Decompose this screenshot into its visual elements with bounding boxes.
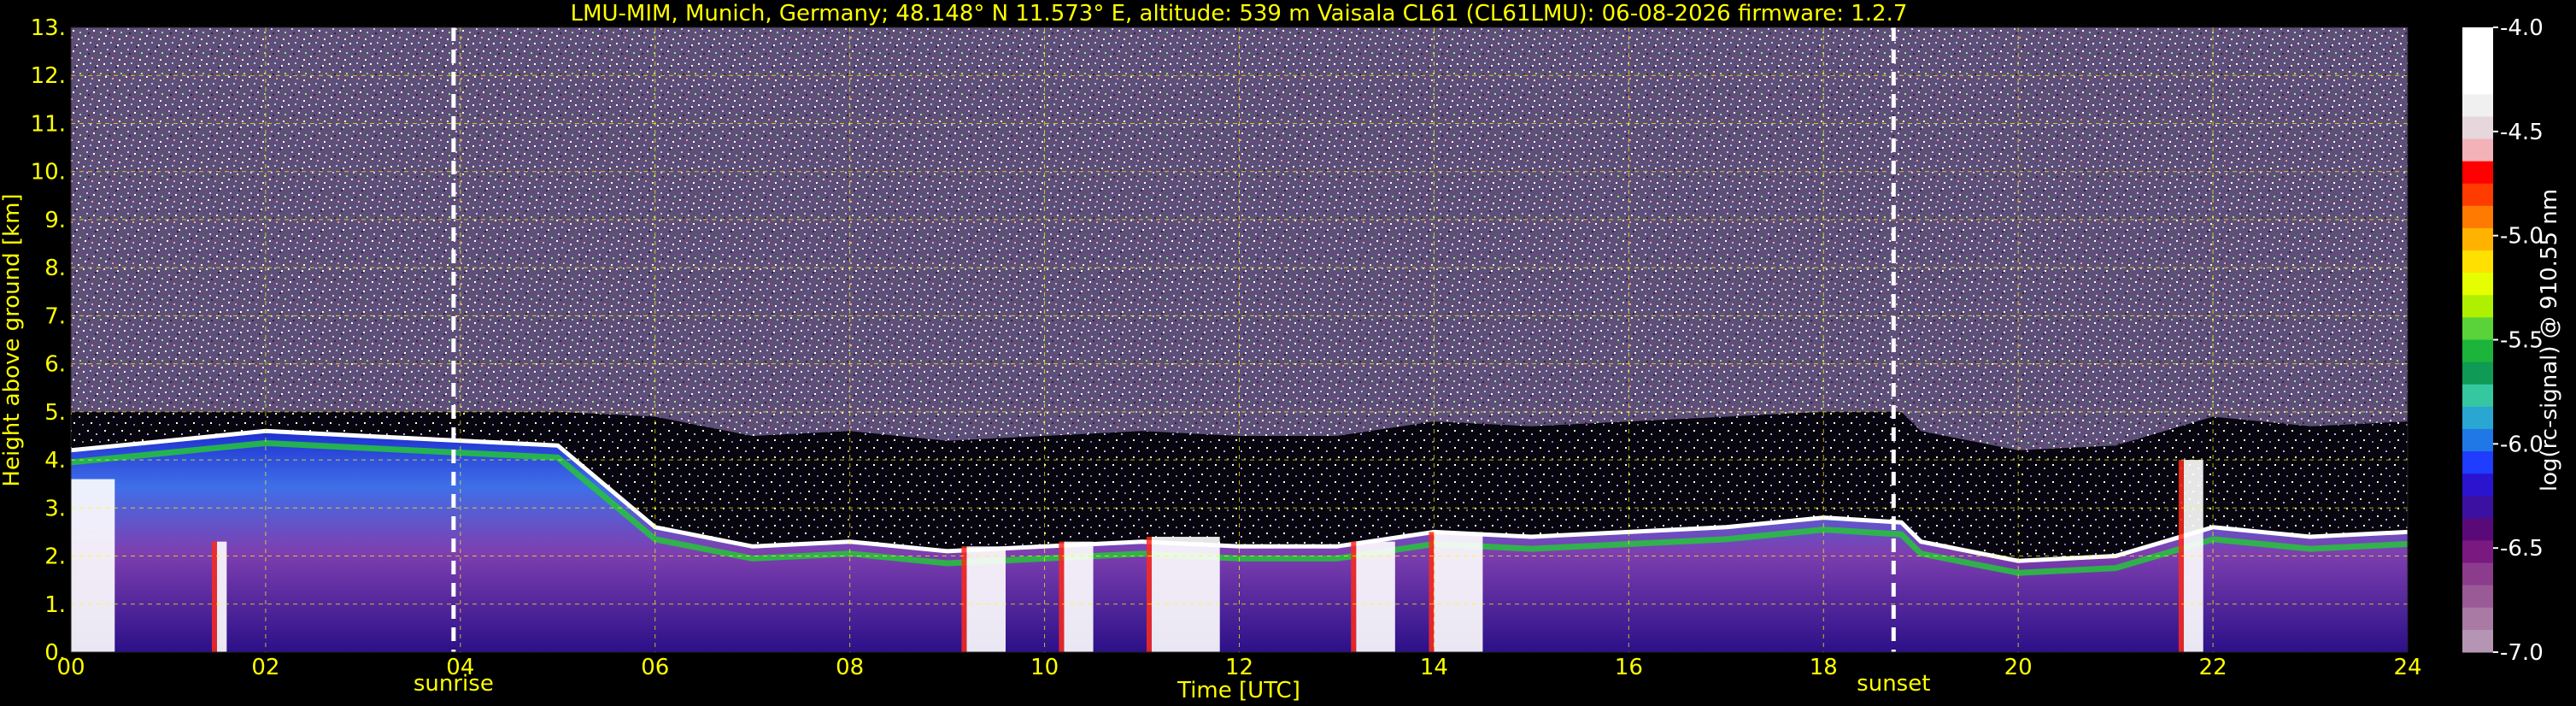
cloud-column-0	[71, 479, 115, 652]
x-tick-label: 18	[1810, 655, 1838, 680]
cloud-edge-1	[211, 541, 217, 652]
x-tick-label: 06	[641, 655, 669, 680]
y-tick-label: 10.	[31, 160, 66, 185]
cloud-edge-5	[1351, 541, 1357, 652]
colorbar-segment	[2462, 72, 2493, 95]
colorbar-segment	[2462, 629, 2493, 653]
colorbar-segment	[2462, 384, 2493, 408]
colorbar-segment	[2462, 138, 2493, 162]
x-tick-label: 10	[1030, 655, 1059, 680]
y-tick-label: 3.	[44, 496, 66, 521]
y-tick-label: 9.	[44, 208, 66, 233]
x-tick-label: 02	[251, 655, 279, 680]
y-tick-label: 1.	[44, 592, 66, 618]
x-tick-label: 08	[836, 655, 864, 680]
y-axis-label: Height above ground [km]	[0, 193, 25, 486]
cloud-column-2	[966, 546, 1006, 652]
y-tick-label: 13.	[31, 15, 66, 41]
y-tick-label: 4.	[44, 448, 66, 474]
colorbar-segment	[2462, 406, 2493, 430]
lidar-ceilometer-plot: LMU-MIM, Munich, Germany; 48.148° N 11.5…	[0, 1, 2562, 703]
chart-title: LMU-MIM, Munich, Germany; 48.148° N 11.5…	[571, 1, 1908, 26]
colorbar-tick-label: -4.0	[2500, 15, 2544, 41]
colorbar-segment	[2462, 27, 2493, 50]
y-tick-label: 11.	[31, 111, 66, 137]
cloud-edge-2	[961, 546, 967, 652]
colorbar-segment	[2462, 451, 2493, 474]
colorbar-segment	[2462, 607, 2493, 631]
plot-area	[66, 27, 2408, 652]
colorbar-segment	[2462, 273, 2493, 296]
x-tick-label: 14	[1420, 655, 1448, 680]
colorbar-segment	[2462, 183, 2493, 207]
y-tick-label: 0.	[44, 640, 66, 666]
y-tick-label: 12.	[31, 63, 66, 89]
x-tick-label: 22	[2199, 655, 2227, 680]
colorbar-segment	[2462, 585, 2493, 609]
colorbar-segment	[2462, 428, 2493, 452]
colorbar-segment	[2462, 339, 2493, 363]
y-tick-label: 2.	[44, 544, 66, 570]
colorbar-tick-label: -7.0	[2500, 640, 2544, 666]
cloud-edge-3	[1059, 541, 1065, 652]
x-tick-label: 16	[1615, 655, 1643, 680]
colorbar-segment	[2462, 295, 2493, 318]
x-tick-label: 24	[2393, 655, 2421, 680]
colorbar-segment	[2462, 540, 2493, 564]
y-tick-label: 5.	[44, 400, 66, 426]
sunset-label: sunset	[1857, 671, 1930, 697]
colorbar-segment	[2462, 50, 2493, 73]
sunrise-label: sunrise	[414, 671, 494, 697]
y-tick-label: 6.	[44, 352, 66, 378]
cloud-edge-4	[1146, 537, 1152, 652]
colorbar-label: log(rc-signal) @ 910.55 nm	[2537, 189, 2562, 491]
cloud-column-6	[1434, 532, 1483, 652]
colorbar-segment	[2462, 474, 2493, 497]
colorbar-segment	[2462, 496, 2493, 519]
colorbar-segment	[2462, 562, 2493, 586]
colorbar-segment	[2462, 94, 2493, 117]
cloud-edge-0	[66, 479, 71, 652]
colorbar-segment	[2462, 518, 2493, 541]
colorbar-segment	[2462, 116, 2493, 140]
cloud-column-1	[216, 541, 227, 652]
cloud-column-5	[1356, 541, 1395, 652]
x-tick-label: 12	[1225, 655, 1253, 680]
colorbar	[2462, 27, 2493, 653]
cloud-column-4	[1151, 537, 1220, 652]
y-tick-label: 7.	[44, 303, 66, 329]
colorbar-segment	[2462, 362, 2493, 385]
cloud-column-3	[1064, 541, 1094, 652]
x-tick-label: 20	[2004, 655, 2033, 680]
colorbar-segment	[2462, 250, 2493, 274]
y-tick-label: 8.	[44, 256, 66, 281]
colorbar-tick-label: -6.5	[2500, 536, 2544, 562]
colorbar-segment	[2462, 227, 2493, 251]
colorbar-segment	[2462, 205, 2493, 229]
x-axis-label: Time [UTC]	[1177, 678, 1300, 703]
colorbar-segment	[2462, 317, 2493, 340]
colorbar-tick-label: -4.5	[2500, 120, 2544, 145]
colorbar-segment	[2462, 161, 2493, 185]
cloud-edge-6	[1429, 532, 1435, 652]
